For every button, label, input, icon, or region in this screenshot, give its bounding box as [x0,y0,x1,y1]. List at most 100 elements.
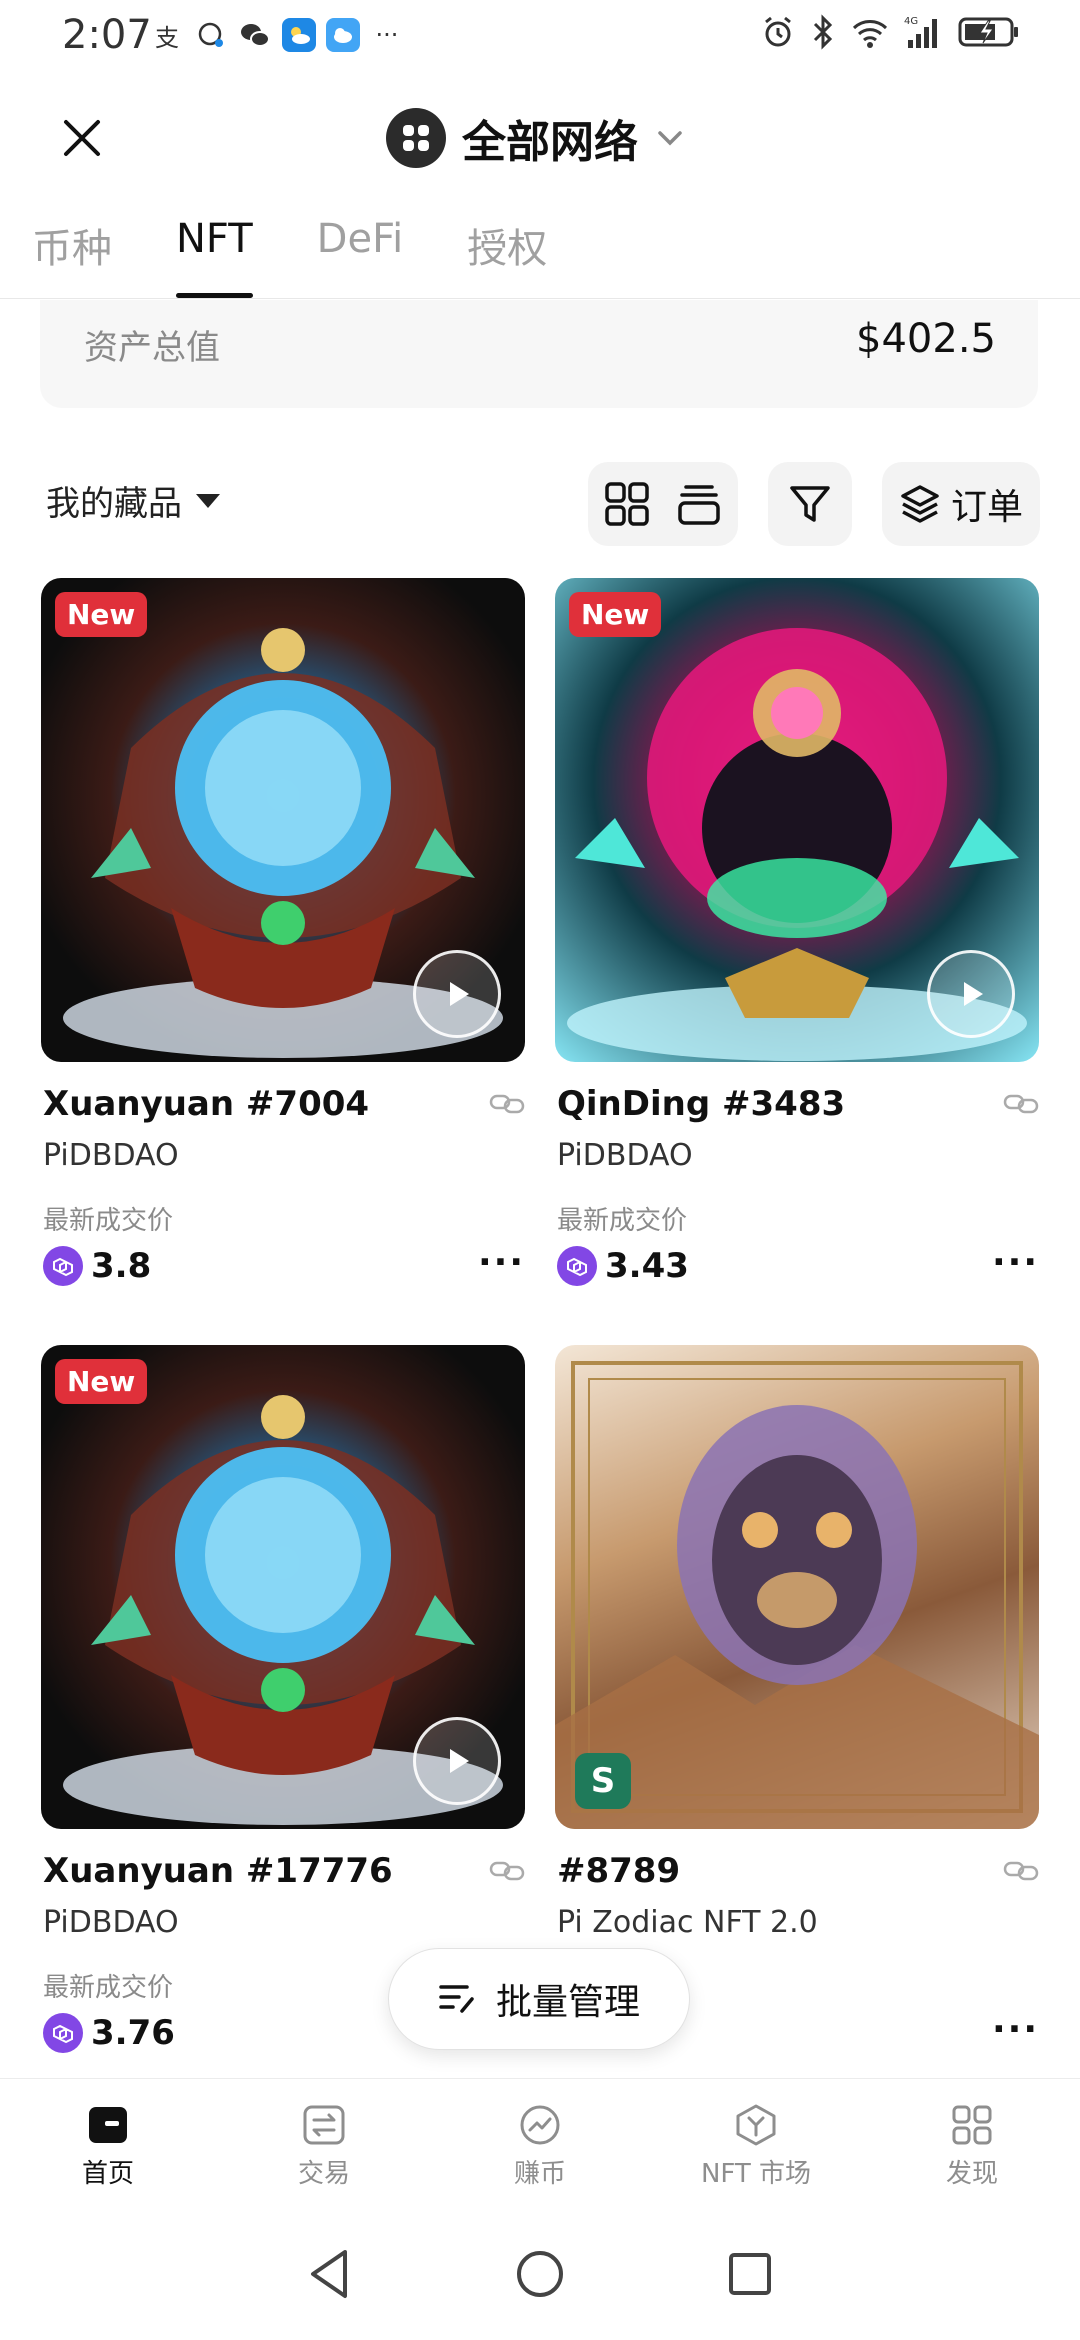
chain-link-icon [1003,1094,1039,1114]
nft-image[interactable]: New [41,1345,525,1829]
nft-card[interactable]: New QinDing #3483 PiDBDAO 最新成交价 3.43 ··· [555,578,1039,1286]
play-icon [450,1749,469,1773]
nav-discover[interactable]: 发现 [864,2079,1080,2208]
nav-earn[interactable]: 赚币 [432,2079,648,2208]
nav-earn-label: 赚币 [513,2159,566,2189]
nft-price-value: 3.76 [91,2013,175,2053]
tab-defi[interactable]: DeFi [317,210,404,300]
chain-link-icon [1003,1861,1039,1881]
nft-card[interactable]: New Xuanyuan #17776 PiDBDAO 最新成交价 3.76 [41,1345,525,2053]
play-icon [964,982,983,1006]
bluetooth-icon [813,14,833,50]
tab-approvals[interactable]: 授权 [467,210,547,300]
more-options-button[interactable]: ··· [992,1242,1039,1283]
grid-dots-icon [386,108,446,168]
nft-name: #8789 [557,1851,681,1891]
header: 全部网络 [0,76,1080,196]
more-options-button[interactable]: ··· [478,1242,525,1283]
nav-trade-label: 交易 [297,2159,350,2189]
signal-icon: 4G [904,16,937,48]
nft-card[interactable]: New Xuanyuan #7004 PiDBDAO 最新成交价 3.8 ··· [41,578,525,1286]
nft-price: 3.8 [43,1246,151,1286]
more-options-button[interactable]: ··· [992,2009,1039,2050]
last-price-label: 最新成交价 [557,1206,688,1236]
list-edit-icon [439,1985,474,2013]
back-icon[interactable] [305,2248,355,2300]
nft-collection: PiDBDAO [43,1905,179,1940]
network-title: 全部网络 [462,117,638,168]
collection-selector[interactable]: 我的藏品 [46,476,220,525]
wallet-icon [89,2107,127,2143]
tab-coins[interactable]: 币种 [32,210,112,300]
status-time: 2:07 [62,12,152,58]
collection-logo-icon: S [575,1753,631,1809]
total-asset-card: 资产总值 $402.5 [40,300,1038,408]
nft-collection: Pi Zodiac NFT 2.0 [557,1905,818,1940]
alipay-icon: 支 [155,23,179,52]
collection-selector-label: 我的藏品 [46,484,182,524]
weather-icon [282,18,316,52]
system-navigation-bar [0,2208,1080,2340]
earn-icon [520,2105,560,2145]
wifi-icon [852,20,888,48]
orders-label: 订单 [950,487,1023,528]
filter-button[interactable] [768,462,852,546]
nft-image[interactable]: S [555,1345,1039,1829]
recent-apps-icon[interactable] [725,2248,775,2300]
nft-image[interactable]: New [555,578,1039,1062]
play-icon [450,982,469,1006]
play-button[interactable] [413,950,501,1038]
nft-market-icon [736,2104,776,2146]
nft-image[interactable]: New [41,578,525,1062]
view-toggle [588,462,738,546]
new-badge: New [55,592,148,637]
chain-link-icon [489,1094,525,1114]
nav-trade[interactable]: 交易 [216,2079,432,2208]
stack-view-icon[interactable] [676,481,722,527]
nft-card[interactable]: S #8789 Pi Zodiac NFT 2.0 ··· [555,1345,1039,2050]
nft-collection: PiDBDAO [43,1138,179,1173]
notification-icons: 支 ··· [150,18,404,52]
batch-manage-label: 批量管理 [495,1982,640,2023]
nav-home[interactable]: 首页 [0,2079,216,2208]
nft-collection: PiDBDAO [557,1138,693,1173]
total-asset-value: $402.5 [856,316,996,362]
play-button[interactable] [927,950,1015,1038]
home-circle-icon[interactable] [515,2248,565,2300]
close-button[interactable] [50,106,114,170]
polygon-coin-icon [43,2013,83,2053]
nft-price: 3.43 [557,1246,689,1286]
wechat-icon [238,18,272,52]
caret-down-icon [196,493,220,508]
tabs-divider [0,298,1080,299]
last-price-label: 最新成交价 [43,1973,174,2003]
swap-icon [303,2105,345,2145]
bottom-navigation: 首页 交易 赚币 NFT 市场 发现 [0,2078,1080,2208]
close-icon [64,120,100,156]
last-price-label: 最新成交价 [43,1206,174,1236]
nav-nft-market-label: NFT 市场 [700,2159,812,2189]
chain-link-icon [489,1861,525,1881]
layers-icon [901,485,939,523]
chat-bubble-icon [194,18,228,52]
system-status-icons: 4G [760,14,1020,50]
batch-manage-button[interactable]: 批量管理 [388,1948,690,2050]
nav-discover-label: 发现 [945,2159,998,2189]
battery-charging-icon [958,17,1018,47]
nav-nft-market[interactable]: NFT 市场 [648,2079,864,2208]
new-badge: New [55,1359,148,1404]
polygon-coin-icon [43,1246,83,1286]
polygon-coin-icon [557,1246,597,1286]
new-badge: New [569,592,662,637]
discover-icon [952,2105,992,2145]
tab-nft[interactable]: NFT [176,210,253,300]
grid-view-icon[interactable] [604,481,650,527]
cloud-icon [326,18,360,52]
play-button[interactable] [413,1717,501,1805]
orders-button[interactable]: 订单 [882,462,1040,546]
nft-price: 3.76 [43,2013,175,2053]
chevron-down-icon [658,131,682,146]
more-notifications-icon: ··· [375,21,399,49]
network-selector[interactable]: 全部网络 [386,104,686,172]
status-bar: 2:07 支 ··· 4G [0,0,1080,76]
